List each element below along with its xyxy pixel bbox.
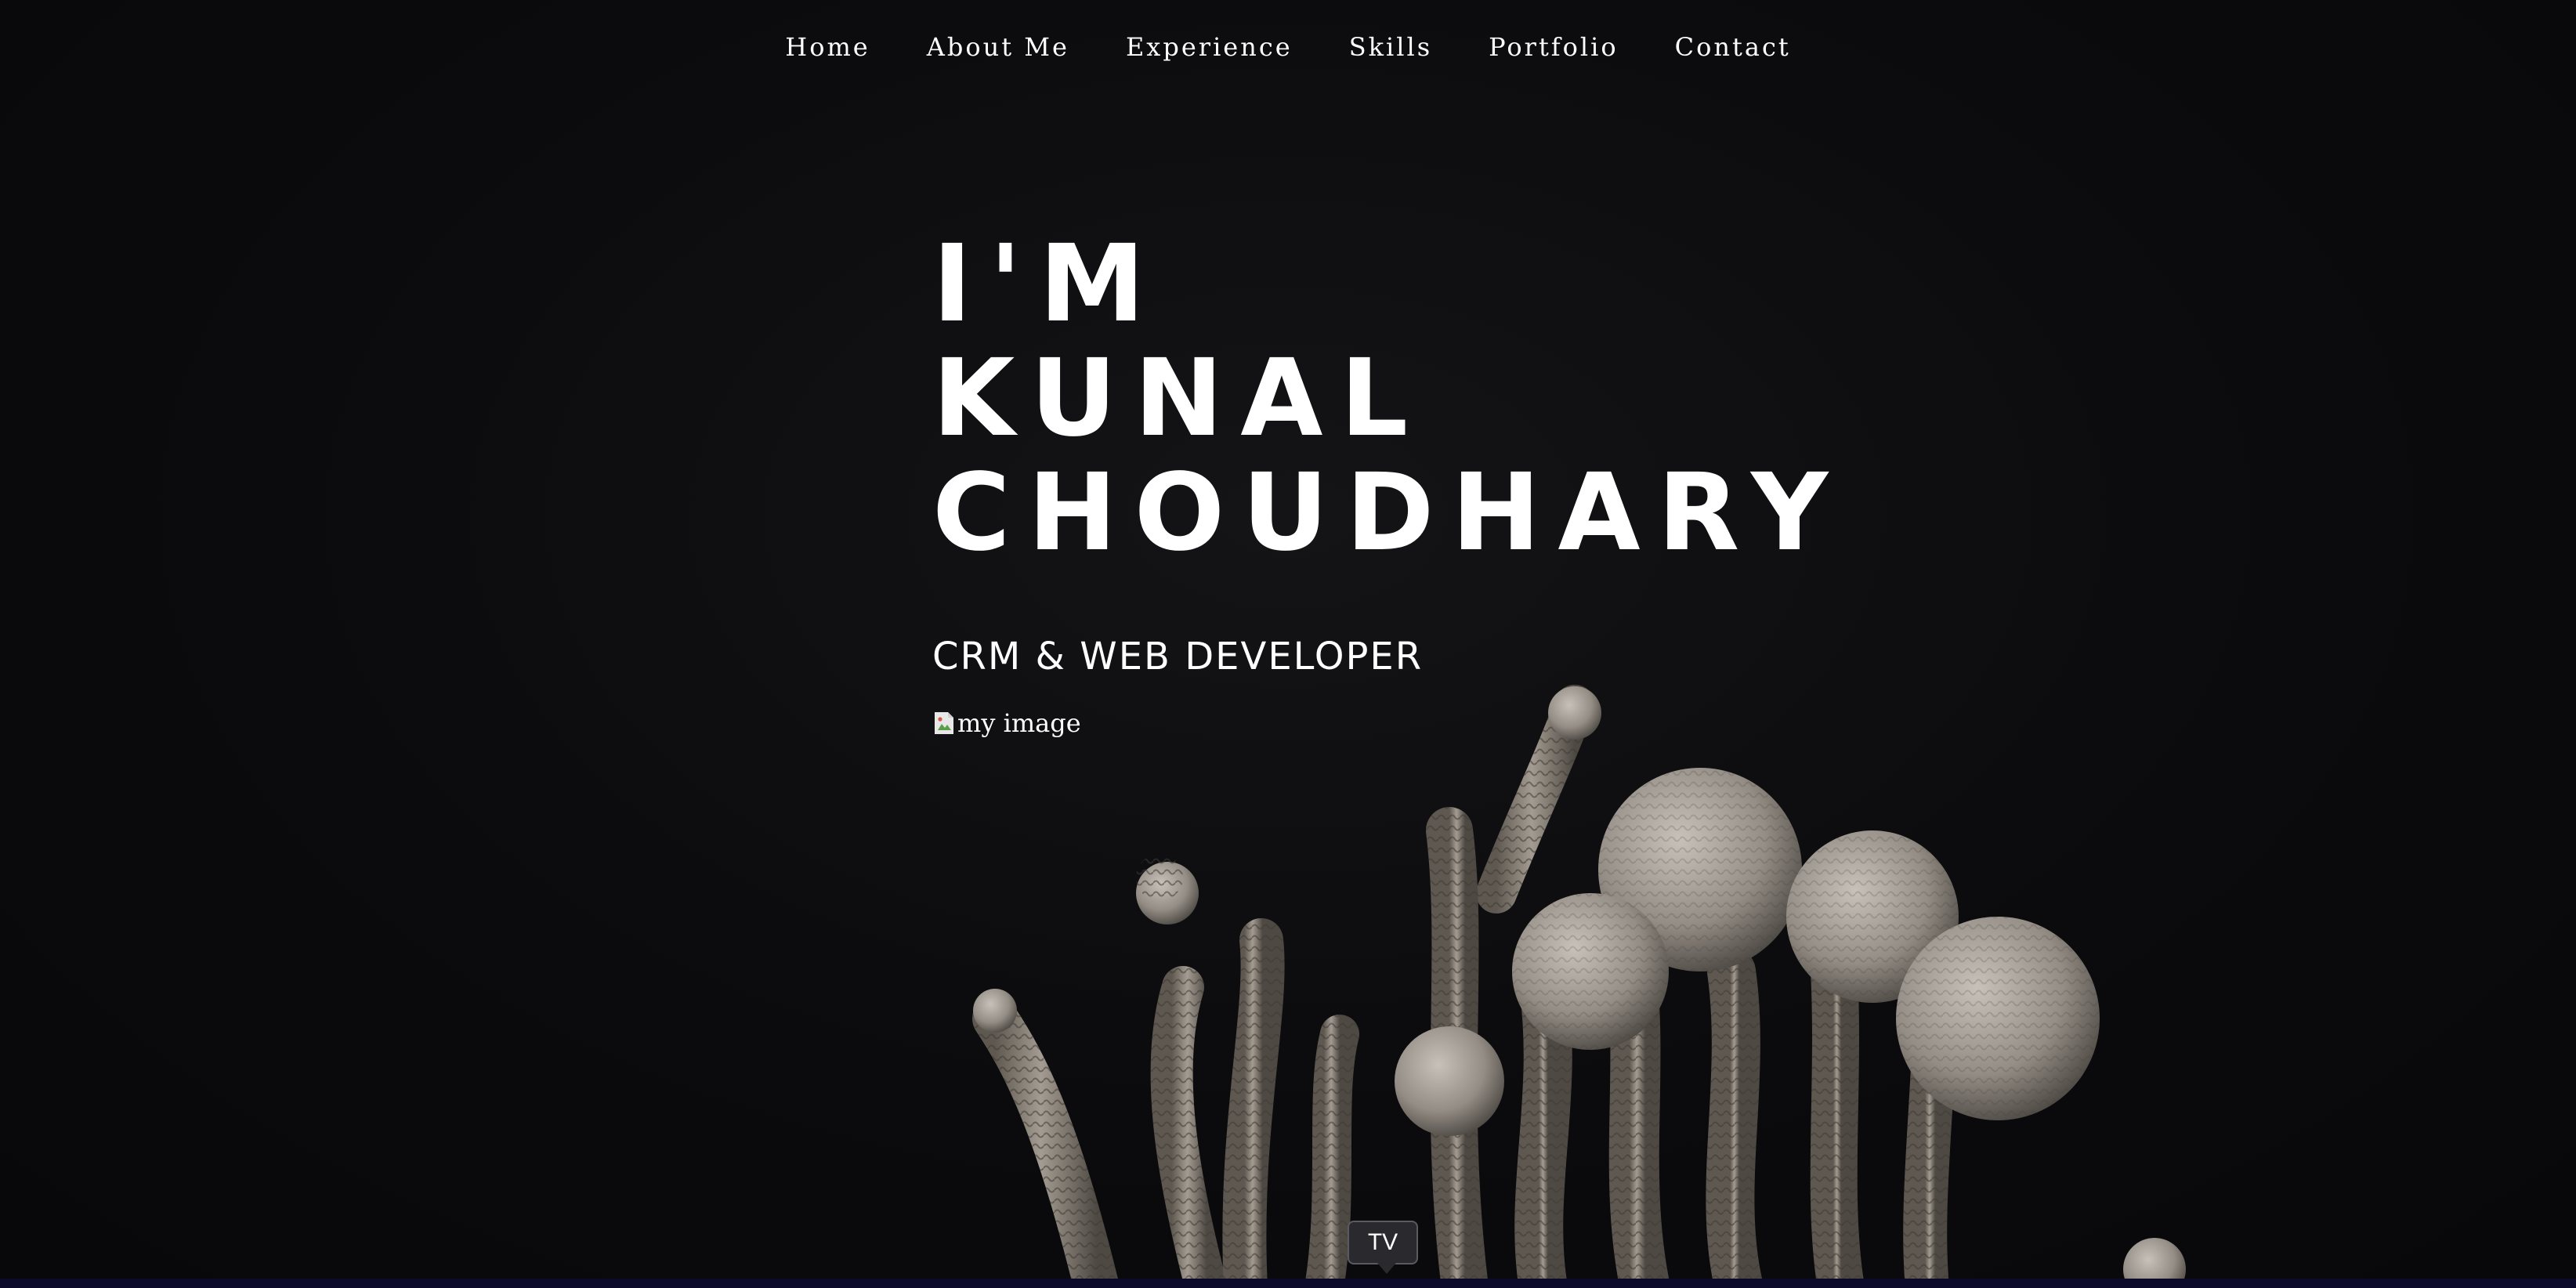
profile-image: my image (932, 708, 1081, 738)
nav-skills[interactable]: Skills (1349, 32, 1432, 62)
nav-about-me[interactable]: About Me (927, 32, 1069, 62)
hero-title: I'M KUNAL CHOUDHARY (932, 227, 1845, 570)
nav-contact[interactable]: Contact (1675, 32, 1791, 62)
top-navigation: Home About Me Experience Skills Portfoli… (0, 0, 2576, 94)
tooltip: TV (1348, 1221, 1418, 1274)
hero-section: Home About Me Experience Skills Portfoli… (0, 0, 2576, 1288)
nav-experience[interactable]: Experience (1126, 32, 1293, 62)
broken-image-icon (935, 712, 953, 734)
hero-title-line: CHOUDHARY (932, 451, 1846, 575)
hero-subtitle: CRM & WEB DEVELOPER (932, 635, 1424, 678)
hero-title-line: I'M (932, 223, 1163, 346)
cactus-background-image (972, 685, 2186, 1288)
profile-image-alt-text: my image (957, 708, 1081, 738)
nav-portfolio[interactable]: Portfolio (1489, 32, 1619, 62)
hero-title-line: KUNAL (932, 337, 1426, 461)
nav-home[interactable]: Home (785, 32, 870, 62)
page-bottom-edge (0, 1279, 2576, 1288)
